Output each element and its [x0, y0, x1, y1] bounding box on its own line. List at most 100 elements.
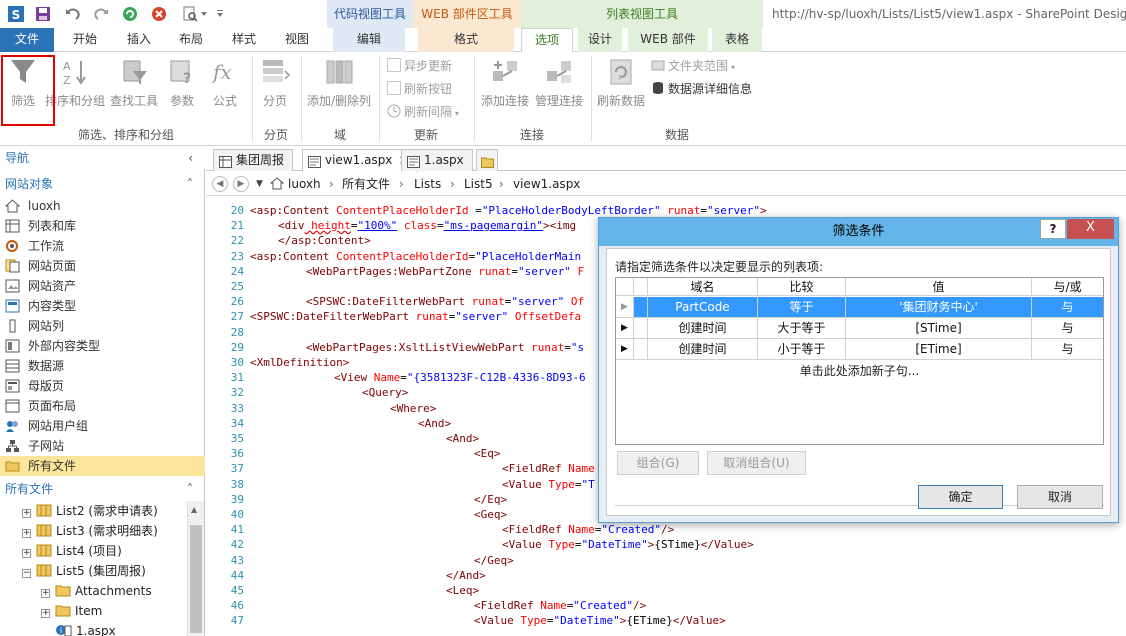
async-update-checkbox[interactable]: 异步更新 [387, 56, 452, 76]
doc-tab-1-aspx[interactable]: 1.aspx [401, 149, 473, 171]
tree-item-list4[interactable]: + List4 (项目) [22, 541, 122, 561]
chevron-up-icon[interactable]: ˄ [187, 173, 193, 195]
scroll-up-icon[interactable]: ▲ [191, 505, 197, 514]
paging-button[interactable]: 分页 [256, 56, 294, 118]
nav-item-page-layouts[interactable]: 页面布局 [0, 396, 205, 416]
nav-item-content-types[interactable]: 内容类型 [0, 296, 205, 316]
ok-button[interactable]: 确定 [918, 485, 1003, 509]
doc-tab-weekly-report[interactable]: 集团周报 [213, 149, 294, 171]
row-selector-icon[interactable]: ▶ [616, 339, 634, 360]
tab-webpart[interactable]: WEB 部件 [628, 28, 708, 52]
tree-item-1-aspx[interactable]: i 1.aspx [56, 621, 116, 636]
column-header-comparison[interactable]: 比较 [758, 278, 846, 296]
chevron-left-icon[interactable]: ‹ [188, 147, 193, 169]
tree-item-item[interactable]: + Item [41, 601, 102, 621]
all-files-header[interactable]: 所有文件 ˄ [0, 478, 205, 500]
column-header-andor[interactable]: 与/或 [1032, 278, 1103, 296]
criteria-row[interactable]: ▶ PartCode 等于 '集团财务中心' 与 [616, 297, 1103, 318]
cell-field[interactable]: PartCode [648, 297, 758, 318]
tab-home[interactable]: 开始 [62, 28, 108, 52]
add-remove-columns-button[interactable]: 添加/删除列 [305, 56, 373, 118]
preview-icon[interactable] [180, 4, 200, 24]
help-button[interactable]: ? [1040, 219, 1066, 239]
refresh-icon[interactable] [120, 4, 140, 24]
column-header-field[interactable]: 域名 [648, 278, 758, 296]
cell-field[interactable]: 创建时间 [648, 339, 758, 360]
refresh-interval-dropdown[interactable]: 刷新间隔 ▾ [387, 102, 459, 122]
expand-icon[interactable]: + [22, 509, 31, 518]
expand-icon[interactable]: + [41, 609, 50, 618]
formula-button[interactable]: fx 公式 [206, 56, 244, 118]
cell-andor[interactable]: 与 [1032, 297, 1103, 318]
cell-value[interactable]: '集团财务中心' [846, 297, 1032, 318]
tab-design[interactable]: 设计 [578, 28, 622, 52]
add-clause-link[interactable]: 单击此处添加新子句... [616, 362, 1103, 380]
column-header-value[interactable]: 值 [846, 278, 1032, 296]
expand-icon[interactable]: + [41, 589, 50, 598]
nav-item-lists-libraries[interactable]: 列表和库 [0, 216, 205, 236]
cell-field[interactable]: 创建时间 [648, 318, 758, 339]
breadcrumb-item[interactable]: view1.aspx [513, 172, 580, 196]
cell-andor[interactable]: 与 [1032, 339, 1103, 360]
close-button[interactable]: X [1067, 219, 1114, 239]
tab-view[interactable]: 视图 [274, 28, 320, 52]
cell-andor[interactable]: 与 [1032, 318, 1103, 339]
nav-item-data-sources[interactable]: 数据源 [0, 356, 205, 376]
nav-item-master-pages[interactable]: 母版页 [0, 376, 205, 396]
redo-icon[interactable] [91, 4, 111, 24]
refresh-button-checkbox[interactable]: 刷新按钮 [387, 79, 452, 99]
undo-icon[interactable] [63, 4, 83, 24]
cell-comparison[interactable]: 等于 [758, 297, 846, 318]
breadcrumb-item[interactable]: 所有文件 [342, 172, 390, 196]
tree-item-list5[interactable]: − List5 (集团周报) [22, 561, 146, 581]
customize-qat-icon[interactable] [214, 4, 226, 24]
criteria-grid[interactable]: 域名 比较 值 与/或 ▶ PartCode 等于 '集团财务中心' 与 ▶ 创… [615, 277, 1104, 445]
tab-file[interactable]: 文件 [0, 28, 54, 52]
site-objects-header[interactable]: 网站对象 ˄ [0, 173, 205, 195]
cell-comparison[interactable]: 小于等于 [758, 339, 846, 360]
cancel-button[interactable]: 取消 [1017, 485, 1103, 509]
expand-icon[interactable]: + [22, 529, 31, 538]
row-selector-icon[interactable]: ▶ [616, 318, 634, 339]
nav-scrollbar[interactable]: ▲ [187, 501, 204, 636]
criteria-row[interactable]: ▶ 创建时间 小于等于 [ETime] 与 [616, 339, 1103, 360]
tab-format[interactable]: 格式 [418, 28, 514, 52]
nav-item-site-pages[interactable]: 网站页面 [0, 256, 205, 276]
nav-item-workflows[interactable]: 工作流 [0, 236, 205, 256]
breadcrumb-item[interactable]: List5 [464, 172, 493, 196]
refresh-data-button[interactable]: 刷新数据 [595, 56, 647, 118]
folder-scope-dropdown[interactable]: 文件夹范围 ▾ [651, 56, 735, 76]
tab-layout[interactable]: 布局 [168, 28, 214, 52]
group-button[interactable]: 组合(G) [617, 451, 699, 475]
nav-item-site-groups[interactable]: 网站用户组 [0, 416, 205, 436]
tree-item-list3[interactable]: + List3 (需求明细表) [22, 521, 158, 541]
back-icon[interactable]: ◀ [212, 176, 228, 192]
nav-item-external-content-types[interactable]: 外部内容类型 [0, 336, 205, 356]
ungroup-button[interactable]: 取消组合(U) [707, 451, 806, 475]
breadcrumb-item[interactable]: Lists [414, 172, 441, 196]
cell-comparison[interactable]: 大于等于 [758, 318, 846, 339]
tree-item-list2[interactable]: + List2 (需求申请表) [22, 501, 158, 521]
stop-icon[interactable] [149, 4, 169, 24]
expand-icon[interactable]: + [22, 549, 31, 558]
row-selector-icon[interactable]: ▶ [616, 297, 634, 318]
save-icon[interactable] [33, 4, 53, 24]
breadcrumb-item[interactable]: luoxh [288, 172, 321, 196]
nav-item-site-home[interactable]: luoxh [0, 196, 205, 216]
nav-item-site-columns[interactable]: 网站列 [0, 316, 205, 336]
add-connection-button[interactable]: 添加连接 [479, 56, 531, 118]
tab-options[interactable]: 选项 [521, 28, 573, 53]
dropdown-arrow-icon[interactable] [198, 4, 210, 24]
tab-style[interactable]: 样式 [221, 28, 267, 52]
cell-value[interactable]: [STime] [846, 318, 1032, 339]
nav-item-all-files[interactable]: 所有文件 [0, 456, 205, 476]
datasource-details-button[interactable]: 数据源详细信息 [651, 79, 752, 99]
manage-connections-button[interactable]: 管理连接 [533, 56, 585, 118]
cell-value[interactable]: [ETime] [846, 339, 1032, 360]
dialog-title-bar[interactable]: 筛选条件 ? X [599, 218, 1118, 246]
tab-insert[interactable]: 插入 [116, 28, 162, 52]
chevron-up-icon[interactable]: ˄ [187, 478, 193, 500]
forward-icon[interactable]: ▶ [233, 176, 249, 192]
tree-item-attachments[interactable]: + Attachments [41, 581, 152, 601]
breadcrumb-dropdown-icon[interactable]: ▼ [256, 172, 263, 196]
